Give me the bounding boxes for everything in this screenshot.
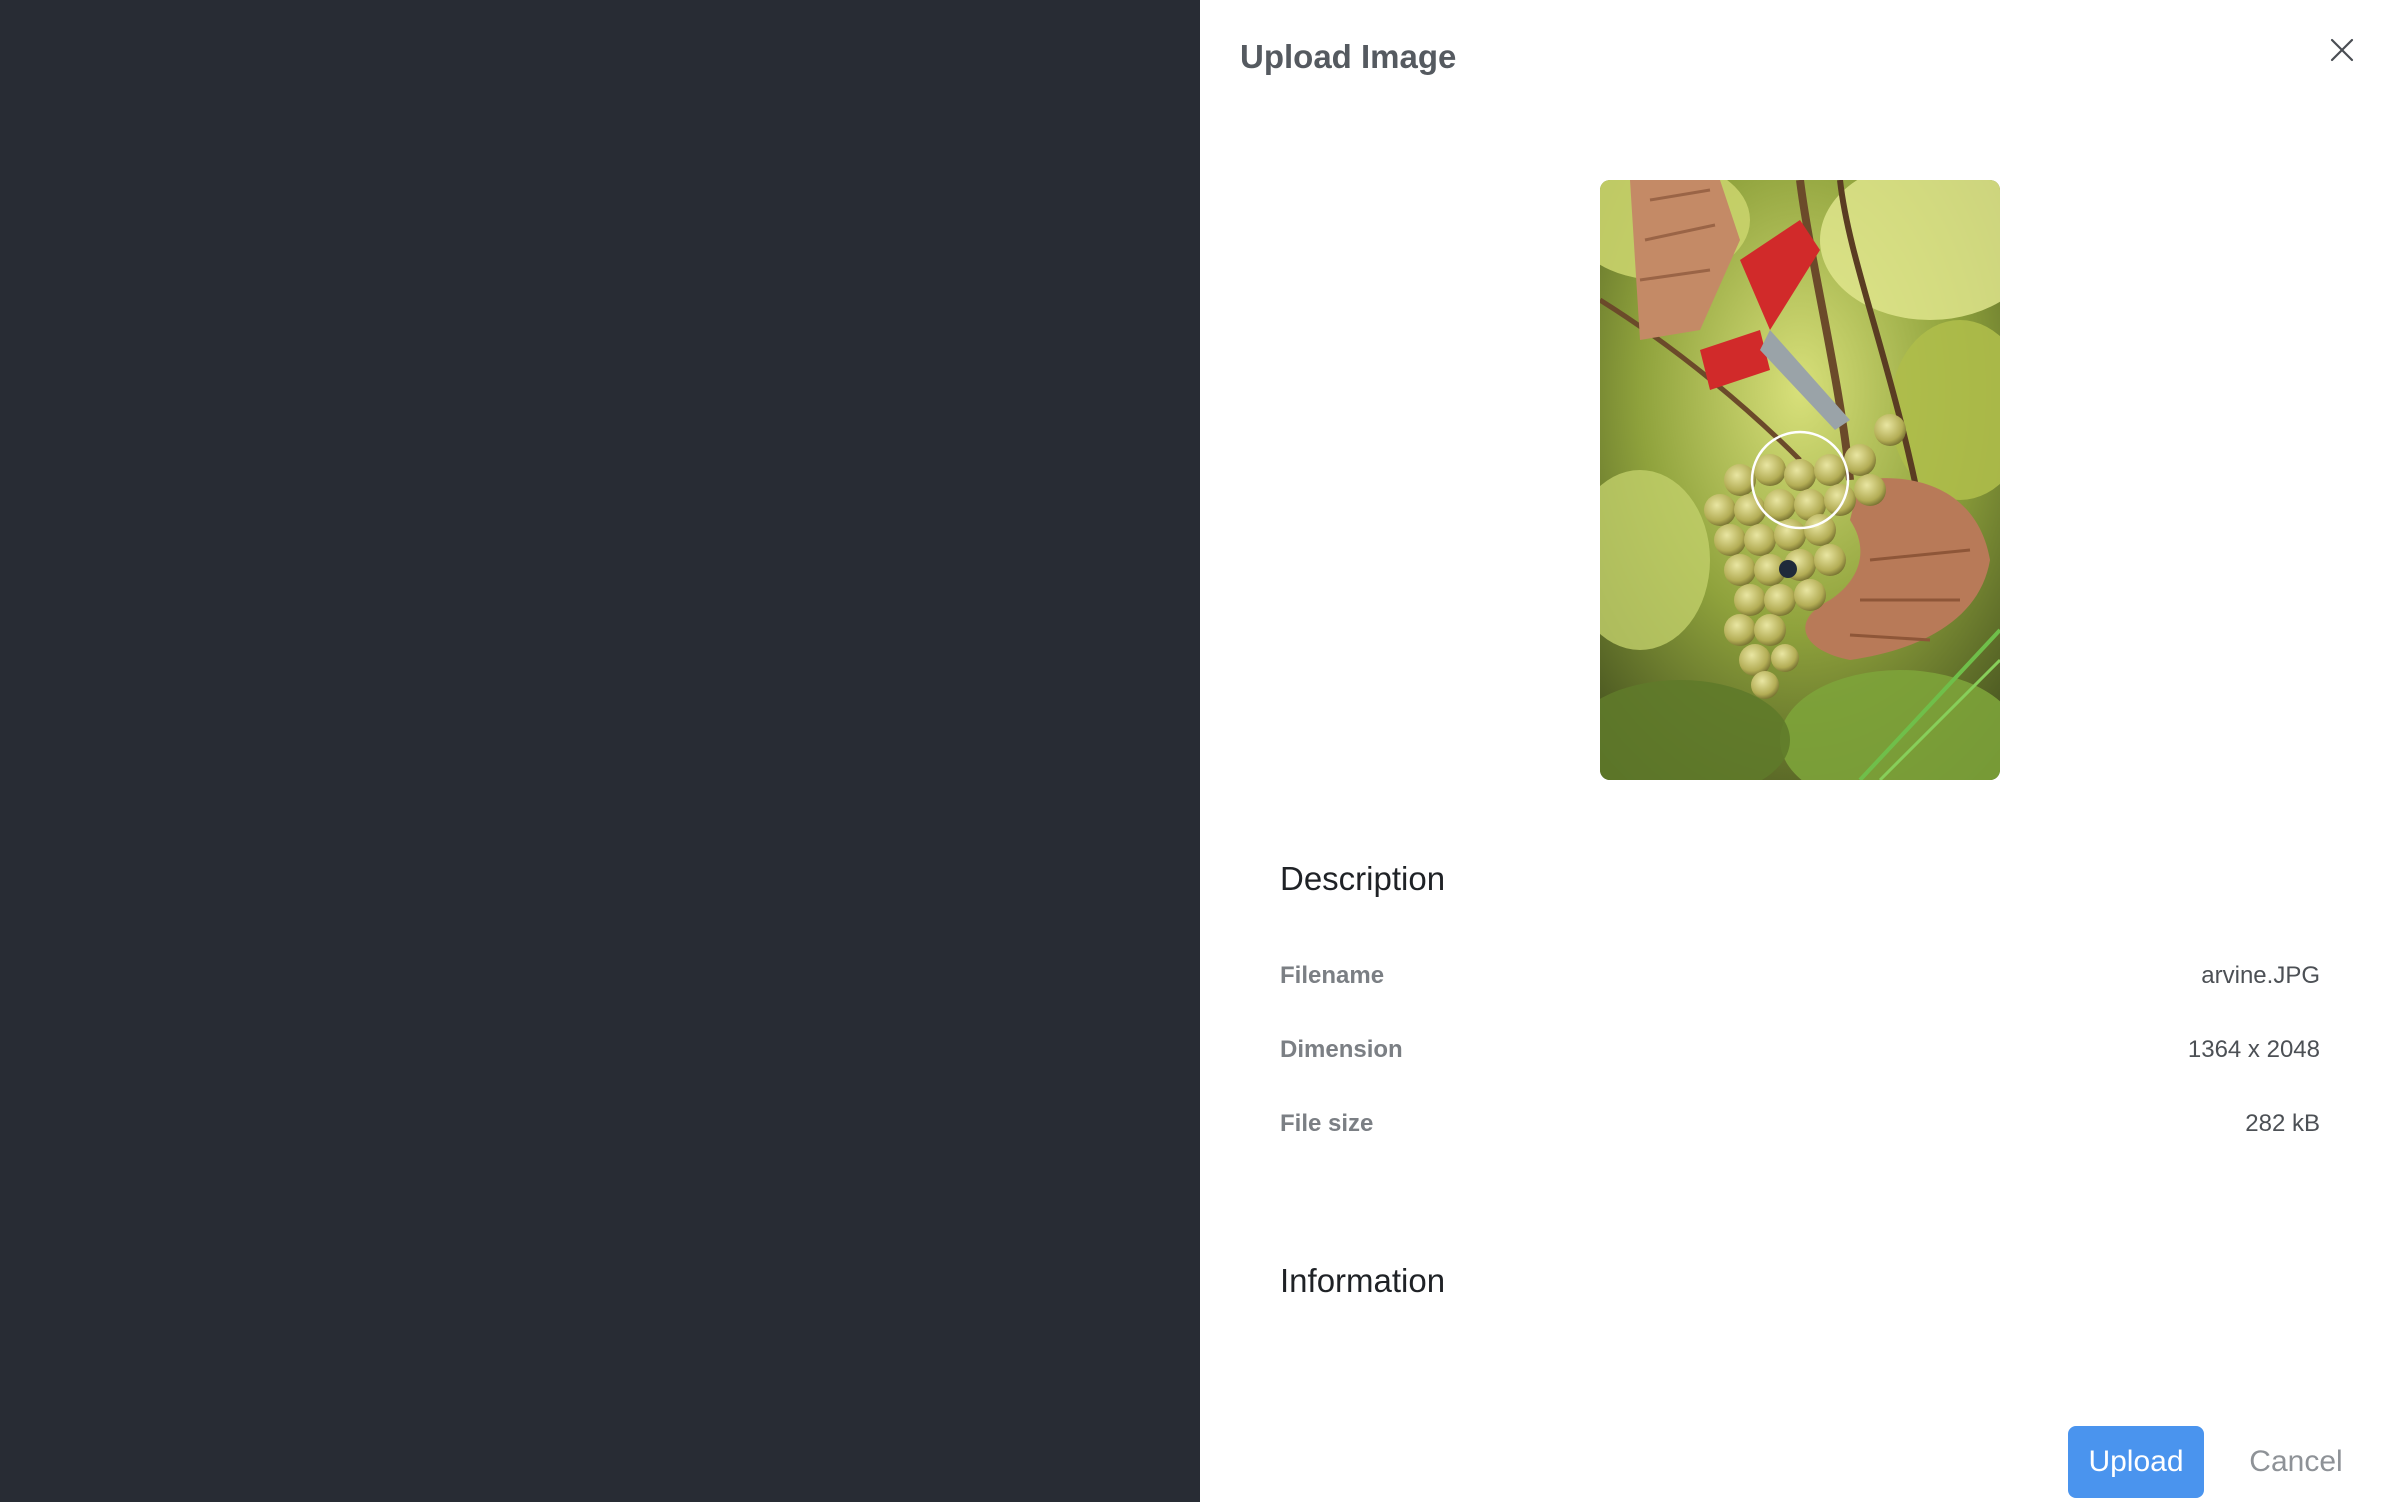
dimension-label: Dimension xyxy=(1280,1036,1403,1063)
filename-row: Filename arvine.JPG xyxy=(1280,962,2320,1002)
filename-label: Filename xyxy=(1280,962,1385,989)
upload-image-drawer: Upload Image Description Filename arvine… xyxy=(1200,0,2400,1502)
file-size-value: 282 kB xyxy=(2245,1110,2320,1137)
file-size-label: File size xyxy=(1280,1110,1374,1137)
cancel-button[interactable]: Cancel xyxy=(2236,1426,2356,1498)
image-preview[interactable] xyxy=(1600,180,2000,780)
description-heading: Description xyxy=(1280,860,1446,897)
dimension-row: Dimension 1364 x 2048 xyxy=(1280,1036,2320,1076)
modal-backdrop[interactable] xyxy=(0,0,1200,1502)
file-size-row: File size 282 kB xyxy=(1280,1110,2320,1150)
close-button[interactable] xyxy=(2322,30,2362,70)
filename-value: arvine.JPG xyxy=(2201,962,2320,989)
information-heading: Information xyxy=(1280,1262,1446,1299)
drawer-title: Upload Image xyxy=(1240,38,1457,75)
grape-harvest-photo xyxy=(1600,180,2000,780)
upload-button[interactable]: Upload xyxy=(2068,1426,2204,1498)
app-root: Upload Image Description Filename arvine… xyxy=(0,0,2400,1502)
dimension-value: 1364 x 2048 xyxy=(2187,1036,2320,1063)
close-icon xyxy=(2330,38,2354,62)
